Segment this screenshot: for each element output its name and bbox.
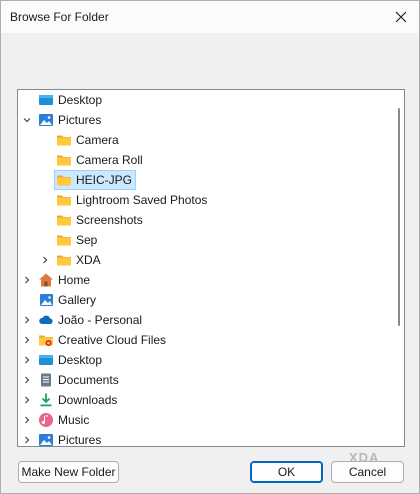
tree-item[interactable]: Gallery [18, 290, 388, 310]
tree-item[interactable]: Pictures [18, 110, 388, 130]
chevron-right-icon[interactable] [20, 310, 34, 330]
tree-item[interactable]: João - Personal [18, 310, 388, 330]
close-icon [395, 11, 407, 23]
tree-item-label: João - Personal [58, 313, 143, 327]
desktop-icon [38, 92, 54, 108]
scrollbar-thumb[interactable] [398, 108, 400, 326]
tree-item[interactable]: XDA [18, 250, 388, 270]
tree-item[interactable]: Home [18, 270, 388, 290]
tree-item[interactable]: Documents [18, 370, 388, 390]
tree-item-label: Desktop [58, 93, 103, 107]
tree-item[interactable]: Music [18, 410, 388, 430]
browse-for-folder-dialog: Browse For Folder Desktop Pictures Camera C… [0, 0, 420, 494]
tree-item-label: Documents [58, 373, 119, 387]
pictures-icon [38, 432, 54, 446]
tree-item-label: Camera [76, 133, 119, 147]
music-icon [38, 412, 54, 428]
tree-item-label: Pictures [58, 433, 102, 447]
desktop-icon [38, 352, 54, 368]
tree-item[interactable]: Screenshots [18, 210, 388, 230]
tree-item-label: Gallery [58, 293, 97, 307]
tree-item-label: Lightroom Saved Photos [76, 193, 208, 207]
tree-item[interactable]: Desktop [18, 90, 388, 110]
home-icon [38, 272, 54, 288]
folder-icon [56, 232, 72, 248]
tree-item-label: Home [58, 273, 91, 287]
ok-button[interactable]: OK [250, 461, 323, 483]
chevron-right-icon[interactable] [20, 350, 34, 370]
tree-item[interactable]: Lightroom Saved Photos [18, 190, 388, 210]
tree-item-label: Desktop [58, 353, 103, 367]
tree-item[interactable]: Creative Cloud Files [18, 330, 388, 350]
tree-item-label: HEIC-JPG [76, 173, 133, 187]
tree-item-label: Music [58, 413, 90, 427]
documents-icon [38, 372, 54, 388]
pictures-icon [38, 112, 54, 128]
chevron-down-icon[interactable] [20, 110, 34, 130]
chevron-right-icon[interactable] [20, 330, 34, 350]
chevron-right-icon[interactable] [20, 270, 34, 290]
chevron-right-icon[interactable] [20, 430, 34, 446]
creative-cloud-icon [38, 332, 54, 348]
folder-icon [56, 252, 72, 268]
make-new-folder-button[interactable]: Make New Folder [18, 461, 119, 483]
tree-item[interactable]: Camera [18, 130, 388, 150]
folder-icon [56, 152, 72, 168]
title-bar: Browse For Folder [1, 1, 419, 33]
tree-item-label: XDA [76, 253, 101, 267]
tree-item[interactable]: Desktop [18, 350, 388, 370]
tree-item-label: Screenshots [76, 213, 143, 227]
onedrive-icon [38, 312, 54, 328]
close-button[interactable] [389, 5, 413, 29]
tree-item-label: Camera Roll [76, 153, 143, 167]
tree-item-label: Pictures [58, 113, 102, 127]
tree-item-label: Creative Cloud Files [58, 333, 167, 347]
folder-tree[interactable]: Desktop Pictures Camera Camera Roll HEIC-JPG… [17, 89, 405, 447]
folder-icon [56, 192, 72, 208]
tree-item[interactable]: Camera Roll [18, 150, 388, 170]
tree-item[interactable]: HEIC-JPG [18, 170, 388, 190]
gallery-icon [38, 292, 54, 308]
window-title: Browse For Folder [10, 10, 109, 24]
downloads-icon [38, 392, 54, 408]
tree-item[interactable]: Sep [18, 230, 388, 250]
chevron-right-icon[interactable] [38, 250, 52, 270]
tree-item[interactable]: Downloads [18, 390, 388, 410]
folder-icon [56, 212, 72, 228]
tree-item-label: Downloads [58, 393, 118, 407]
folder-icon [56, 172, 72, 188]
chevron-right-icon[interactable] [20, 390, 34, 410]
watermark-logo: XDA [349, 450, 380, 465]
tree-item-label: Sep [76, 233, 98, 247]
tree-item[interactable]: Pictures [18, 430, 388, 447]
folder-icon [56, 132, 72, 148]
chevron-right-icon[interactable] [20, 370, 34, 390]
chevron-right-icon[interactable] [20, 410, 34, 430]
